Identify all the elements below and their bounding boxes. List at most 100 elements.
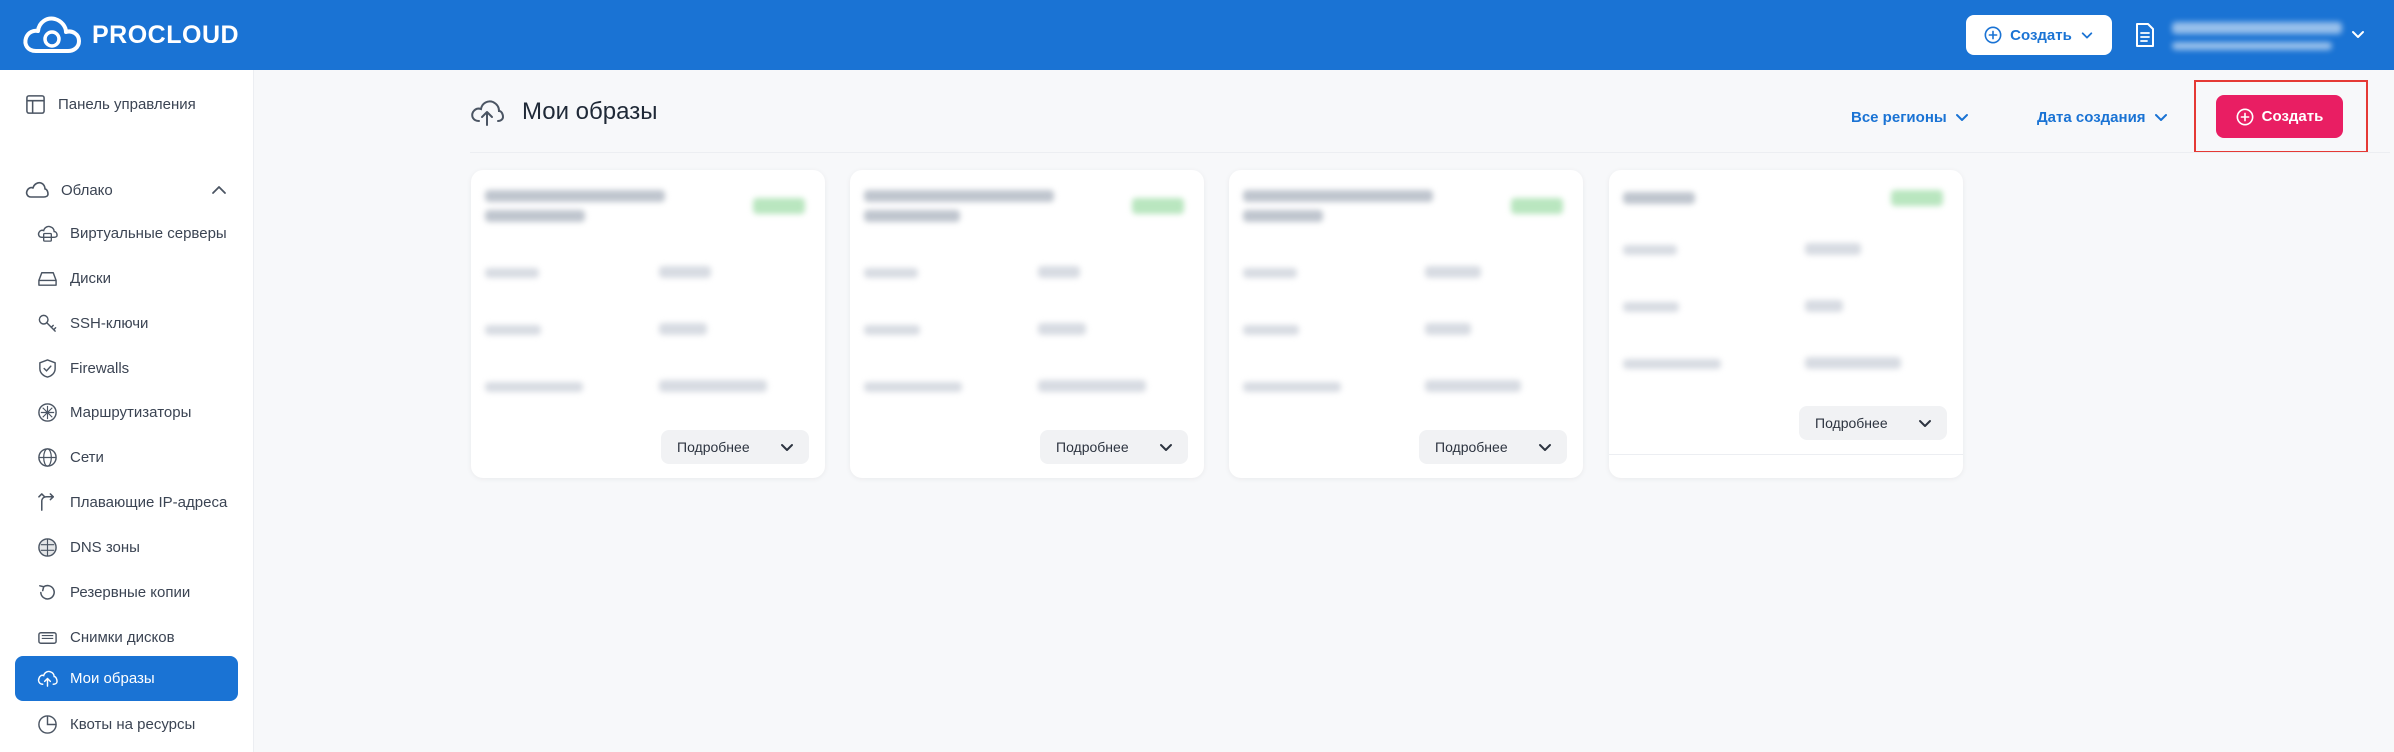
image-name-blurred <box>1623 192 1695 204</box>
image-name-blurred <box>864 190 1054 202</box>
chevron-up-icon <box>212 186 226 194</box>
field-value-blurred <box>659 380 767 392</box>
chevron-down-icon <box>781 444 793 451</box>
header-create-label: Создать <box>2010 26 2072 44</box>
create-image-button[interactable]: Создать <box>2216 95 2343 138</box>
sidebar-item-routers[interactable]: Маршрутизаторы <box>15 390 238 435</box>
field-value-blurred <box>1425 380 1521 392</box>
sidebar-item-label: Квоты на ресурсы <box>70 716 196 733</box>
cloud-icon <box>25 181 49 198</box>
server-icon <box>37 225 58 242</box>
plus-circle-icon <box>2236 108 2254 125</box>
cloud-upload-icon <box>471 100 504 126</box>
brand-name: PROCLOUD <box>92 20 240 49</box>
sidebar-item-label: Маршрутизаторы <box>70 404 192 421</box>
image-name-blurred <box>864 210 960 222</box>
image-card: Подробнее <box>1609 170 1963 478</box>
field-label-blurred <box>1623 302 1679 312</box>
snapshot-icon <box>38 632 57 644</box>
logo[interactable]: PROCLOUD <box>22 10 239 60</box>
document-icon[interactable] <box>2134 22 2156 48</box>
field-label-blurred <box>1243 382 1341 392</box>
details-button[interactable]: Подробнее <box>1040 430 1188 464</box>
sidebar-item-disk-snapshots[interactable]: Снимки дисков <box>15 615 238 660</box>
key-icon <box>38 314 57 332</box>
field-value-blurred <box>1425 266 1481 278</box>
sidebar-item-label: Firewalls <box>70 360 130 377</box>
sidebar-item-label: Снимки дисков <box>70 629 175 646</box>
sidebar-item-ssh-keys[interactable]: SSH-ключи <box>15 301 238 346</box>
chevron-down-icon <box>2081 32 2093 39</box>
sidebar-item-networks[interactable]: Сети <box>15 435 238 480</box>
sidebar-item-label: Панель управления <box>58 96 196 113</box>
account-email-blurred <box>2172 42 2332 50</box>
account-menu[interactable] <box>2172 14 2362 58</box>
chevron-down-icon <box>1955 114 1968 121</box>
field-label-blurred <box>864 325 920 335</box>
sidebar-item-floating-ips[interactable]: Плавающие IP-адреса <box>15 480 238 525</box>
shield-icon <box>39 359 56 378</box>
details-button[interactable]: Подробнее <box>1419 430 1567 464</box>
field-label-blurred <box>485 268 539 278</box>
field-value-blurred <box>1038 323 1086 335</box>
chevron-down-icon <box>1160 444 1172 451</box>
sidebar-item-dns-zones[interactable]: DNS зоны <box>15 525 238 570</box>
sidebar-item-label: Резервные копии <box>70 584 191 601</box>
image-card: Подробнее <box>471 170 825 478</box>
cloud-logo-icon <box>23 16 81 53</box>
field-value-blurred <box>1425 323 1471 335</box>
sidebar-item-my-images[interactable]: Мои образы <box>15 656 238 701</box>
dns-icon <box>38 538 57 557</box>
image-name-blurred <box>1243 210 1323 222</box>
status-badge <box>1132 198 1184 214</box>
sidebar-item-dashboard[interactable]: Панель управления <box>15 82 238 127</box>
cloud-upload-icon <box>37 670 58 687</box>
field-value-blurred <box>1805 357 1901 369</box>
sidebar-item-label: Диски <box>70 270 111 287</box>
chevron-down-icon <box>1539 444 1551 451</box>
details-label: Подробнее <box>1815 415 1888 431</box>
filter-regions[interactable]: Все регионы <box>1851 104 1969 130</box>
account-name-blurred <box>2172 22 2342 34</box>
status-badge <box>1511 198 1563 214</box>
create-image-label: Создать <box>2261 108 2324 125</box>
floating-ip-icon <box>38 493 54 511</box>
sidebar: Панель управления Облако Виртуальные сер… <box>0 70 254 752</box>
sidebar-item-backups[interactable]: Резервные копии <box>15 570 238 615</box>
field-label-blurred <box>485 382 583 392</box>
sort-by-date[interactable]: Дата создания <box>2037 104 2168 130</box>
pie-icon <box>38 715 57 734</box>
field-value-blurred <box>659 266 711 278</box>
status-badge <box>753 198 805 214</box>
sidebar-item-label: Виртуальные серверы <box>70 225 227 242</box>
sidebar-item-virtual-servers[interactable]: Виртуальные серверы <box>15 211 238 256</box>
page-header: Мои образы <box>470 92 657 132</box>
field-label-blurred <box>485 325 541 335</box>
sidebar-item-label: Сети <box>70 449 104 466</box>
header-create-button[interactable]: Создать <box>1966 15 2112 55</box>
field-label-blurred <box>1243 268 1297 278</box>
sidebar-item-disks[interactable]: Диски <box>15 256 238 301</box>
sidebar-item-resource-quotas[interactable]: Квоты на ресурсы <box>15 702 238 747</box>
dashboard-icon <box>26 95 45 114</box>
status-badge <box>1891 190 1943 206</box>
field-label-blurred <box>1623 359 1721 369</box>
field-label-blurred <box>864 382 962 392</box>
field-value-blurred <box>659 323 707 335</box>
sidebar-group-cloud[interactable]: Облако <box>15 170 238 210</box>
image-name-blurred <box>485 210 585 222</box>
sidebar-item-firewalls[interactable]: Firewalls <box>15 346 238 391</box>
backup-icon <box>39 584 55 600</box>
details-button[interactable]: Подробнее <box>1799 406 1947 440</box>
sort-by-date-label: Дата создания <box>2037 108 2146 126</box>
plus-circle-icon <box>1984 26 2002 44</box>
field-value-blurred <box>1805 243 1861 255</box>
image-card: Подробнее <box>1229 170 1583 478</box>
card-divider <box>1609 454 1963 455</box>
sidebar-item-label: SSH-ключи <box>70 315 149 332</box>
field-label-blurred <box>864 268 918 278</box>
chevron-down-icon <box>1919 420 1931 427</box>
image-card: Подробнее <box>850 170 1204 478</box>
details-button[interactable]: Подробнее <box>661 430 809 464</box>
account-chevron-icon[interactable] <box>2350 26 2366 42</box>
